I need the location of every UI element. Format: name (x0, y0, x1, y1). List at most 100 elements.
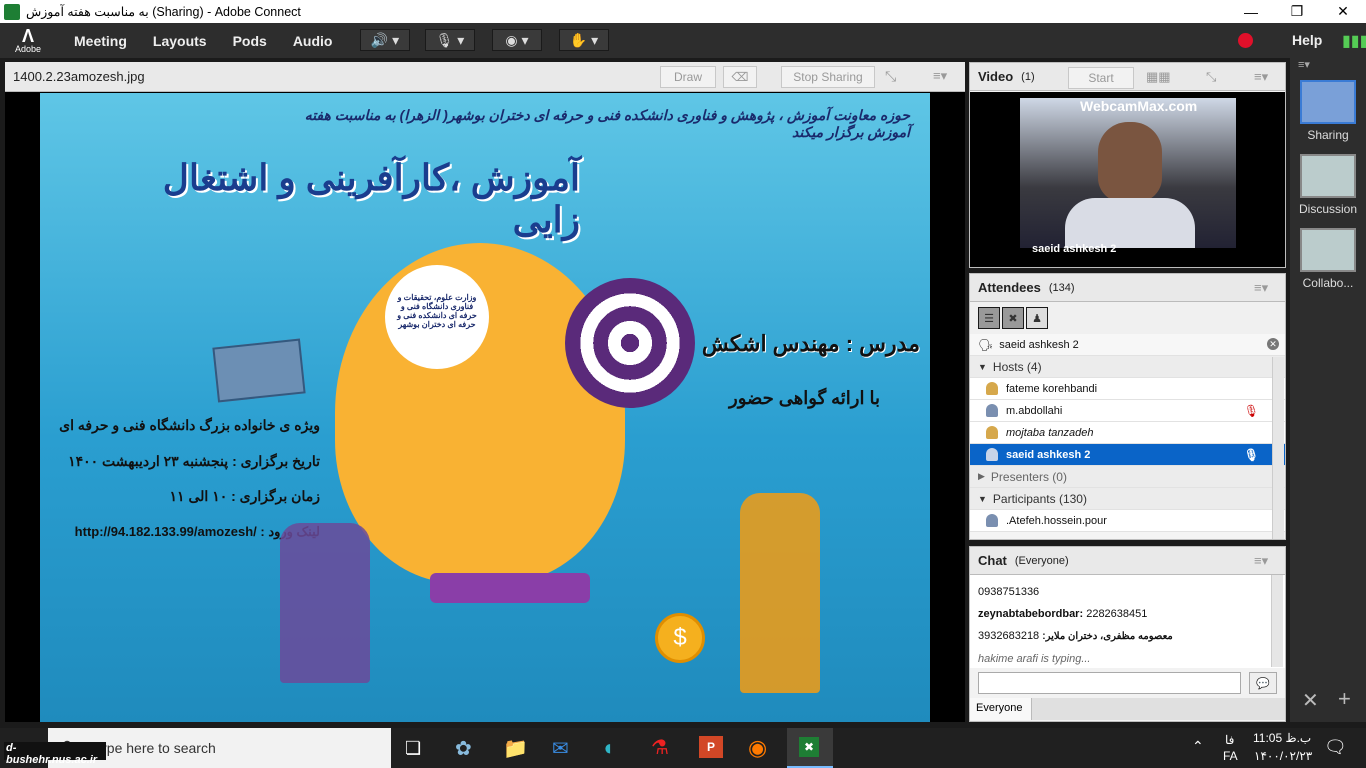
menu-layouts[interactable]: Layouts (153, 33, 207, 49)
speaker-icon: 🗣 (978, 337, 994, 352)
share-pod: 1400.2.23amozesh.jpg Draw ⌫ Stop Sharing… (5, 62, 965, 722)
grid-view-icon[interactable]: ▦▦ (1146, 69, 1171, 85)
attendee-row[interactable]: m.abdollahi 🎙 (970, 400, 1285, 422)
menu-audio[interactable]: Audio (293, 33, 333, 49)
typing-indicator: hakime arafi is typing... (978, 653, 1091, 665)
search-placeholder: Type here to search (92, 740, 216, 756)
host-icon (986, 426, 998, 439)
help-menu[interactable]: Help (1292, 32, 1322, 48)
webcam-button[interactable]: ◉ ▾ (492, 29, 542, 51)
microphone-icon: 🎙 (1243, 448, 1259, 462)
close-icon[interactable]: ✕ (1320, 0, 1366, 23)
taskbar: ⊞ ⚲ Type here to search d-bushehr.nus.ac… (0, 728, 1366, 768)
record-indicator-icon[interactable] (1238, 33, 1253, 48)
clock-time[interactable]: 11:05 ب.ظ (1253, 731, 1311, 745)
close-icon[interactable]: ✕ (1267, 338, 1279, 350)
layout-sharing[interactable]: Sharing (1290, 80, 1366, 142)
layout-label: Sharing (1307, 128, 1349, 142)
person-right-graphic (740, 493, 820, 693)
layout-label: Collabo... (1302, 276, 1354, 290)
chat-message: معصومه مظفری، دختران ملایر: 3932683218 (978, 630, 1173, 642)
fullscreen-icon[interactable]: ⤡ (885, 68, 896, 85)
host-icon (986, 382, 998, 395)
hosts-group-header[interactable]: ▼ Hosts (4) (970, 356, 1285, 378)
attendees-pod-header: Attendees (134) ≡▾ (970, 274, 1285, 302)
eraser-button[interactable]: ⌫ (723, 66, 757, 88)
video-caption: saeid ashkesh 2 (1032, 243, 1117, 255)
adobe-logo: Λ Adobe (14, 25, 42, 54)
chevron-up-icon[interactable]: ⌃ (1192, 738, 1204, 755)
expand-icon: ▶ (978, 471, 985, 481)
draw-button[interactable]: Draw (660, 66, 716, 88)
participants-group-header[interactable]: ▼ Participants (130) (970, 488, 1285, 510)
fullscreen-icon[interactable]: ⤡ (1206, 69, 1216, 85)
hand-icon: ✋ (569, 31, 588, 48)
adobe-connect-taskbar-item[interactable]: ✖ (787, 728, 833, 768)
attendee-view-toolbar: ☰ ✖ ♟ (970, 302, 1285, 334)
video-pod: Video (1) Start ▦▦ ⤡ ≡▾ WebcamMax.com sa… (969, 62, 1286, 268)
chat-scrollbar[interactable] (1271, 575, 1283, 667)
slide-teacher: مدرس : مهندس اشکش (701, 331, 920, 356)
layouts-menu-icon[interactable]: ≡▾ (1298, 58, 1310, 71)
attendees-scrollbar[interactable] (1272, 357, 1284, 539)
window-title: به مناسبت هفته آموزش (Sharing) - Adobe C… (26, 5, 301, 19)
active-speaker-name: saeid ashkesh 2 (999, 338, 1079, 351)
start-webcam-button[interactable]: Start (1068, 67, 1134, 89)
clock-date[interactable]: ۱۴۰۰/۰۲/۲۳ (1254, 749, 1312, 763)
menu-meeting[interactable]: Meeting (74, 33, 127, 49)
firefox-icon[interactable]: ◉ (748, 735, 767, 761)
chat-message: 0938751336 (978, 586, 1040, 598)
minimize-icon[interactable]: — (1228, 0, 1274, 23)
slide-certificate: با ارائه گواهی حضور (729, 388, 880, 408)
pod-menu-icon[interactable]: ≡▾ (1254, 553, 1268, 569)
stop-sharing-button[interactable]: Stop Sharing (781, 66, 875, 88)
chat-title: Chat (978, 553, 1007, 568)
money-graphic (212, 338, 306, 403)
chat-tab-everyone[interactable]: Everyone (970, 698, 1032, 720)
chat-input[interactable] (978, 672, 1242, 694)
add-layout-icon[interactable]: + (1338, 686, 1351, 712)
layout-collaboration[interactable]: Collabo... (1290, 228, 1366, 290)
photos-app-icon[interactable]: ✿ (455, 736, 472, 761)
chat-pod: Chat (Everyone) ≡▾ 0938751336 zeynabtabe… (969, 546, 1286, 722)
attendee-row[interactable]: .Atefeh.hossein.pour (970, 510, 1285, 532)
pdf-reader-icon[interactable]: ⚗ (651, 735, 669, 760)
send-message-icon[interactable]: 💬 (1249, 672, 1277, 694)
chat-input-row: 💬 (970, 668, 1285, 698)
task-view-icon[interactable]: ❏ (405, 738, 421, 759)
breakout-view-icon[interactable]: ✖ (1002, 307, 1024, 329)
presenters-label: Presenters (0) (990, 469, 1067, 484)
maximize-icon[interactable]: ❐ (1274, 0, 1320, 23)
window-title-bar: به مناسبت هفته آموزش (Sharing) - Adobe C… (0, 0, 1366, 23)
pod-menu-icon[interactable]: ≡▾ (1254, 69, 1268, 85)
microphone-icon: 🎙 (435, 31, 454, 48)
active-speaker-row: 🗣 saeid ashkesh 2 ✕ (970, 334, 1285, 356)
attendee-row[interactable]: mojtaba tanzadeh (970, 422, 1285, 444)
participant-icon (986, 514, 998, 527)
layout-discussion[interactable]: Discussion (1290, 154, 1366, 216)
attendee-name: mojtaba tanzadeh (1006, 426, 1094, 439)
input-language-alt[interactable]: فا (1225, 733, 1234, 747)
list-view-icon[interactable]: ☰ (978, 307, 1000, 329)
attendee-row[interactable]: fateme korehbandi (970, 378, 1285, 400)
menu-pods[interactable]: Pods (233, 33, 267, 49)
slide-date: تاریخ برگزاری : پنجشنبه ۲۳ اردیبهشت ۱۴۰۰ (68, 453, 320, 469)
layout-label: Discussion (1298, 202, 1358, 216)
presenters-group-header[interactable]: ▶ Presenters (0) (970, 466, 1285, 488)
powerpoint-icon[interactable]: P (699, 736, 723, 758)
pod-menu-icon[interactable]: ≡▾ (933, 68, 947, 84)
microphone-button[interactable]: 🎙 ▾ (425, 29, 475, 51)
status-view-icon[interactable]: ♟ (1026, 307, 1048, 329)
file-explorer-icon[interactable]: 📁 (503, 736, 528, 761)
mail-icon[interactable]: ✉ (552, 736, 569, 761)
input-language[interactable]: FA (1223, 749, 1238, 763)
speaker-button[interactable]: 🔊 ▾ (360, 29, 410, 51)
notifications-icon[interactable]: 🗨 (1324, 737, 1347, 758)
edge-browser-icon[interactable]: ◖ (601, 735, 614, 761)
attendee-row-selected[interactable]: saeid ashkesh 2 🎙 (970, 444, 1285, 466)
raise-hand-button[interactable]: ✋ ▾ (559, 29, 609, 51)
close-icon[interactable]: ✕ (1302, 688, 1319, 713)
webcam-feed: WebcamMax.com (1020, 98, 1236, 248)
pod-menu-icon[interactable]: ≡▾ (1254, 280, 1268, 296)
video-count: (1) (1021, 70, 1035, 83)
